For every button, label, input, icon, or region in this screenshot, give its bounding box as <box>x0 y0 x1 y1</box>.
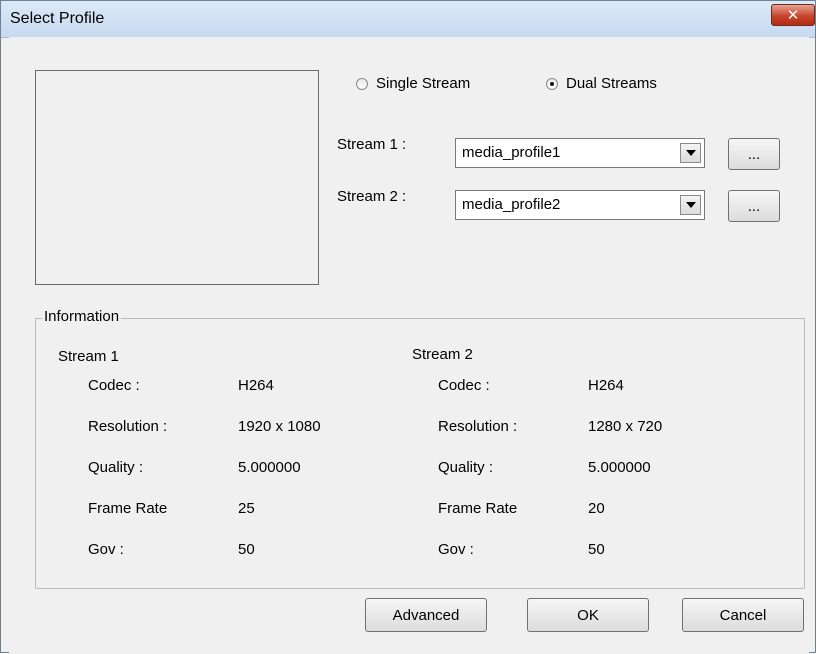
single-stream-radio[interactable]: Single Stream <box>356 75 470 92</box>
stream2-gov-value: 50 <box>588 541 605 558</box>
stream1-framerate-label: Frame Rate <box>88 500 168 517</box>
chevron-down-icon[interactable] <box>680 143 701 163</box>
information-group-title: Information <box>42 308 122 325</box>
stream1-resolution-label: Resolution : <box>88 418 168 435</box>
stream2-profile-value: media_profile2 <box>462 196 561 213</box>
advanced-button[interactable]: Advanced <box>365 598 487 632</box>
stream2-framerate-value: 20 <box>588 500 605 517</box>
ok-button[interactable]: OK <box>527 598 649 632</box>
stream2-label: Stream 2 : <box>337 188 407 205</box>
single-stream-radio-indicator[interactable] <box>356 77 368 90</box>
stream1-profile-value: media_profile1 <box>462 144 561 161</box>
title-bar[interactable]: Select Profile ✕ <box>1 1 815 38</box>
stream1-browse-label: ... <box>747 145 761 163</box>
stream2-info-heading: Stream 2 <box>412 346 473 363</box>
stream2-codec-value: H264 <box>588 377 624 394</box>
select-profile-dialog: Select Profile ✕ Single Stream Dual Stre… <box>0 0 816 654</box>
stream2-quality-label: Quality : <box>438 459 494 476</box>
stream2-quality-value: 5.000000 <box>588 459 651 476</box>
window-title: Select Profile <box>10 10 105 27</box>
stream1-codec-value: H264 <box>238 377 274 394</box>
dual-streams-label: Dual Streams <box>566 75 657 92</box>
single-stream-label: Single Stream <box>376 75 471 92</box>
stream1-gov-value: 50 <box>238 541 255 558</box>
stream1-info-heading: Stream 1 <box>58 348 119 365</box>
stream2-resolution-value: 1280 x 720 <box>588 418 663 435</box>
stream2-codec-label: Codec : <box>438 377 490 394</box>
ok-button-label: OK <box>577 606 599 624</box>
close-button[interactable]: ✕ <box>771 4 815 26</box>
cancel-button[interactable]: Cancel <box>682 598 804 632</box>
chevron-down-icon[interactable] <box>680 195 701 215</box>
stream1-profile-select[interactable]: media_profile1 <box>455 138 705 168</box>
information-group: Information Stream 1 Codec : H264 Resolu… <box>35 308 805 589</box>
stream1-quality-value: 5.000000 <box>238 459 301 476</box>
advanced-button-label: Advanced <box>392 606 460 624</box>
dual-streams-radio[interactable]: Dual Streams <box>546 75 657 92</box>
stream1-framerate-value: 25 <box>238 500 255 517</box>
dialog-body: Single Stream Dual Streams Stream 1 : me… <box>9 37 809 654</box>
stream1-resolution-value: 1920 x 1080 <box>238 418 321 435</box>
stream1-browse-button[interactable]: ... <box>728 138 780 170</box>
close-icon: ✕ <box>786 7 800 24</box>
stream2-resolution-label: Resolution : <box>438 418 518 435</box>
stream1-gov-label: Gov : <box>88 541 124 558</box>
stream2-browse-label: ... <box>747 197 761 215</box>
dual-streams-radio-indicator[interactable] <box>546 77 558 90</box>
stream2-framerate-label: Frame Rate <box>438 500 518 517</box>
stream1-quality-label: Quality : <box>88 459 144 476</box>
stream2-profile-select[interactable]: media_profile2 <box>455 190 705 220</box>
stream2-browse-button[interactable]: ... <box>728 190 780 222</box>
stream2-gov-label: Gov : <box>438 541 474 558</box>
stream1-label: Stream 1 : <box>337 136 407 153</box>
stream1-codec-label: Codec : <box>88 377 140 394</box>
cancel-button-label: Cancel <box>719 606 767 624</box>
video-preview <box>35 70 319 285</box>
